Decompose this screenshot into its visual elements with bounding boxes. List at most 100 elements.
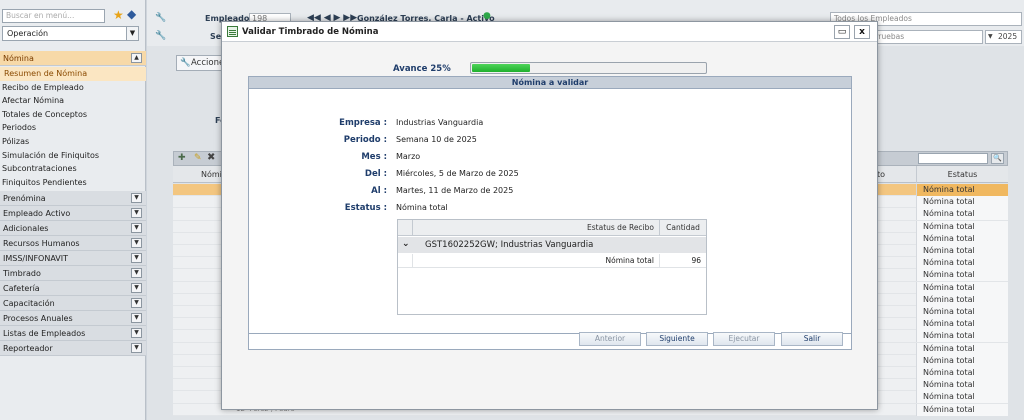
- dialog-title: Validar Timbrado de Nómina: [242, 27, 379, 37]
- field-value: Marzo: [396, 152, 421, 161]
- wrench-icon: 🔧: [180, 58, 191, 68]
- menu-section[interactable]: Cafetería ▼: [0, 281, 146, 296]
- form-icon: [227, 26, 238, 37]
- chevron-up-icon[interactable]: ▲: [131, 53, 142, 63]
- row-cantidad-cell: 96: [691, 256, 701, 265]
- row-status-cell: Nómina total: [916, 330, 1008, 343]
- menu-section[interactable]: Procesos Anuales ▼: [0, 311, 146, 326]
- chevron-down-icon[interactable]: ▼: [131, 313, 142, 323]
- siguiente-button[interactable]: Siguiente: [646, 332, 708, 346]
- menu-section[interactable]: Empleado Activo ▼: [0, 206, 146, 221]
- menu-section-label: Empleado Activo: [3, 209, 71, 218]
- row-status-cell: Nómina total: [916, 318, 1008, 331]
- menu-section[interactable]: Timbrado ▼: [0, 266, 146, 281]
- favorites-star-icon[interactable]: ★: [113, 8, 124, 22]
- company-select[interactable]: Pruebas: [870, 30, 983, 44]
- menu-section[interactable]: Adicionales ▼: [0, 221, 146, 236]
- status-dot-icon: ●: [483, 11, 491, 21]
- ejecutar-button[interactable]: Ejecutar: [713, 332, 775, 346]
- row-status-cell: Nómina total: [916, 269, 1008, 282]
- chevron-down-icon[interactable]: ▼: [131, 268, 142, 278]
- chevron-down-icon[interactable]: ▼: [126, 27, 138, 40]
- menu-section-label: Reporteador: [3, 344, 53, 353]
- sidebar: Buscar en menú... ★ ◆ Operación ▼ Nómina…: [0, 0, 146, 420]
- chevron-down-icon[interactable]: ▼: [131, 343, 142, 353]
- col-estatus-header[interactable]: Estatus: [916, 166, 1008, 183]
- menu-section-label: Capacitación: [3, 299, 55, 308]
- row-estatus-cell: Nómina total: [413, 254, 660, 268]
- field-label: Empresa :: [339, 118, 387, 128]
- dialog-titlebar[interactable]: Validar Timbrado de Nómina ▭ x: [222, 22, 877, 42]
- edit-icon[interactable]: ✎: [194, 153, 202, 163]
- sidebar-item[interactable]: Pólizas: [0, 135, 146, 149]
- year-select[interactable]: ▼ 2025: [985, 30, 1022, 44]
- recibos-table: Estatus de Recibo Cantidad ⌄ GST1602252G…: [397, 219, 707, 315]
- sidebar-item[interactable]: Totales de Conceptos: [0, 108, 146, 122]
- sidebar-item[interactable]: Periodos: [0, 121, 146, 135]
- progress-bar-fill: [472, 64, 531, 72]
- menu-section-label: Cafetería: [3, 284, 40, 293]
- field-label: Periodo :: [343, 135, 387, 145]
- group-label: GST1602252GW; Industrias Vanguardia: [425, 240, 594, 250]
- restore-button[interactable]: ▭: [834, 25, 850, 39]
- navigate-icon[interactable]: ◆: [127, 7, 136, 21]
- chevron-down-icon[interactable]: ▼: [131, 253, 142, 263]
- chevron-down-icon[interactable]: ▼: [131, 238, 142, 248]
- wrench-icon[interactable]: 🔧: [155, 13, 166, 23]
- anterior-button[interactable]: Anterior: [579, 332, 641, 346]
- table-group-row[interactable]: ⌄ GST1602252GW; Industrias Vanguardia: [398, 237, 706, 253]
- menu-section-label: Timbrado: [3, 269, 41, 278]
- menu-section[interactable]: Listas de Empleados ▼: [0, 326, 146, 341]
- table-corner: [398, 220, 413, 236]
- grid-search-input[interactable]: [918, 153, 988, 164]
- col-to-header[interactable]: to: [877, 170, 885, 179]
- menu-search-input[interactable]: Buscar en menú...: [2, 9, 105, 23]
- field-label: Mes :: [361, 152, 387, 162]
- salir-button[interactable]: Salir: [781, 332, 843, 346]
- validar-timbrado-dialog: Validar Timbrado de Nómina ▭ x Avance 25…: [221, 21, 878, 410]
- module-select-value: Operación: [7, 29, 49, 38]
- chevron-down-icon[interactable]: ▼: [131, 208, 142, 218]
- chevron-down-icon[interactable]: ▼: [131, 193, 142, 203]
- sidebar-item[interactable]: Resumen de Nómina: [0, 67, 146, 81]
- menu-section[interactable]: Recursos Humanos ▼: [0, 236, 146, 251]
- add-icon[interactable]: ✚: [178, 153, 186, 163]
- row-status-cell: Nómina total: [916, 196, 1008, 209]
- col-nombre-header[interactable]: Nómi: [201, 170, 222, 179]
- row-status-cell: Nómina total: [916, 293, 1008, 306]
- menu-section[interactable]: Capacitación ▼: [0, 296, 146, 311]
- col-estatus-recibo-header[interactable]: Estatus de Recibo: [413, 220, 660, 236]
- row-status-cell: Nómina total: [916, 342, 1008, 355]
- sidebar-item[interactable]: Simulación de Finiquitos: [0, 149, 146, 163]
- search-icon[interactable]: 🔍: [991, 153, 1004, 164]
- sidebar-item[interactable]: Recibo de Empleado: [0, 81, 146, 95]
- col-cantidad-header[interactable]: Cantidad: [660, 220, 706, 236]
- sidebar-item[interactable]: Subcontrataciones: [0, 162, 146, 176]
- row-status-cell: Nómina total: [916, 367, 1008, 379]
- menu-section-nomina[interactable]: Nómina ▲: [0, 51, 146, 66]
- wrench-icon[interactable]: 🔧: [155, 31, 166, 41]
- chevron-down-icon[interactable]: ▼: [131, 223, 142, 233]
- menu-section[interactable]: IMSS/INFONAVIT ▼: [0, 251, 146, 266]
- close-button[interactable]: x: [854, 25, 870, 39]
- row-status-cell: Nómina total: [916, 208, 1008, 221]
- delete-icon[interactable]: ✖: [207, 152, 215, 163]
- row-indicator: [398, 254, 413, 268]
- chevron-down-icon[interactable]: ▼: [131, 328, 142, 338]
- nomina-panel: Nómina a validar Empresa : Industrias Van…: [248, 76, 852, 350]
- row-status-cell: Nómina total: [916, 232, 1008, 245]
- table-row[interactable]: Nómina total 96: [398, 254, 706, 268]
- field-label: Estatus :: [344, 203, 387, 213]
- menu-section-label: Adicionales: [3, 224, 49, 233]
- sidebar-item[interactable]: Finiquitos Pendientes: [0, 176, 146, 190]
- chevron-down-icon[interactable]: ▼: [131, 298, 142, 308]
- progress-bar: [470, 62, 707, 74]
- module-select[interactable]: Operación ▼: [2, 26, 139, 41]
- chevron-down-icon[interactable]: ⌄: [402, 239, 410, 249]
- menu-section[interactable]: Prenómina ▼: [0, 191, 146, 206]
- chevron-down-icon[interactable]: ▼: [131, 283, 142, 293]
- menu-section[interactable]: Reporteador ▼: [0, 341, 146, 356]
- sidebar-item[interactable]: Afectar Nómina: [0, 94, 146, 108]
- row-status-cell: Nómina total: [916, 245, 1008, 257]
- row-status-cell: Nómina total: [916, 391, 1008, 404]
